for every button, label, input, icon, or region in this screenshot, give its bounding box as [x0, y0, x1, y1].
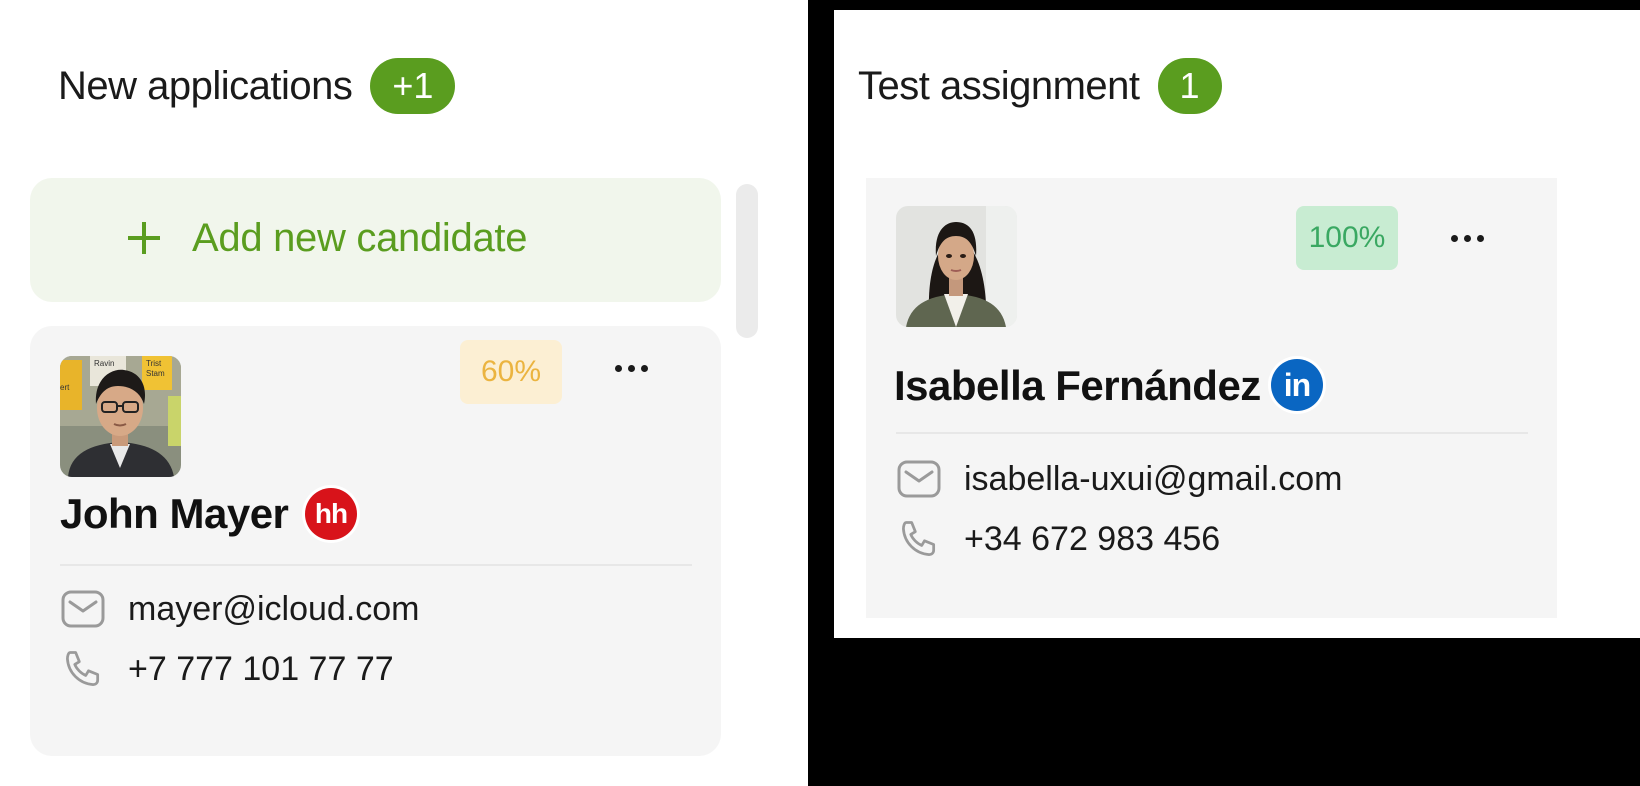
hh-source-icon[interactable]: hh	[302, 485, 360, 543]
avatar-photo	[896, 206, 1017, 327]
email-link[interactable]: isabella-uxui@gmail.com	[964, 460, 1342, 499]
avatar	[896, 206, 1017, 327]
candidate-name[interactable]: Isabella Fernández	[894, 362, 1261, 410]
column-header: New applications +1	[58, 58, 456, 114]
phone-link[interactable]: +34 672 983 456	[964, 520, 1220, 559]
linkedin-logo: in	[1271, 359, 1323, 411]
candidate-card[interactable]: Ravin Trist Stam ert 60% John Mayer hh m…	[30, 326, 721, 756]
phone-row: +7 777 101 77 77	[60, 646, 394, 692]
linkedin-source-icon[interactable]: in	[1268, 356, 1326, 414]
avatar: Ravin Trist Stam ert	[60, 356, 181, 477]
match-score-badge: 100%	[1296, 206, 1398, 270]
match-score-badge: 60%	[460, 340, 562, 404]
more-dots-icon[interactable]	[612, 362, 652, 374]
phone-link[interactable]: +7 777 101 77 77	[128, 650, 394, 689]
count-badge: 1	[1157, 58, 1222, 114]
svg-text:Trist: Trist	[146, 359, 162, 368]
column-title: New applications	[58, 63, 353, 108]
hh-logo: hh	[305, 488, 357, 540]
phone-row: +34 672 983 456	[896, 516, 1220, 562]
count-badge: +1	[370, 58, 456, 114]
email-row: isabella-uxui@gmail.com	[896, 456, 1342, 502]
envelope-icon	[896, 456, 942, 502]
column-test-assignment: Test assignment 1 100% Isabella Fernánde…	[834, 10, 1640, 638]
avatar-photo: Ravin Trist Stam ert	[60, 356, 181, 477]
phone-icon	[896, 516, 942, 562]
column-new-applications: New applications +1 Add new candidate Ra…	[0, 0, 808, 786]
phone-icon	[60, 646, 106, 692]
divider	[896, 432, 1528, 434]
candidate-card[interactable]: 100% Isabella Fernández in isabella-uxui…	[866, 178, 1557, 618]
column-title: Test assignment	[858, 63, 1140, 108]
more-dots-icon[interactable]	[1448, 232, 1488, 244]
svg-text:ert: ert	[60, 383, 70, 392]
email-row: mayer@icloud.com	[60, 586, 420, 632]
plus-icon	[128, 222, 160, 254]
column-header: Test assignment 1	[858, 58, 1222, 114]
candidate-name[interactable]: John Mayer	[60, 490, 289, 538]
add-new-candidate-label: Add new candidate	[192, 216, 528, 260]
email-link[interactable]: mayer@icloud.com	[128, 590, 420, 629]
svg-text:Ravin: Ravin	[94, 359, 114, 368]
svg-text:Stam: Stam	[146, 369, 165, 378]
scrollbar-thumb[interactable]	[736, 184, 758, 338]
divider	[60, 564, 692, 566]
add-new-candidate-button[interactable]: Add new candidate	[30, 178, 721, 302]
envelope-icon	[60, 586, 106, 632]
